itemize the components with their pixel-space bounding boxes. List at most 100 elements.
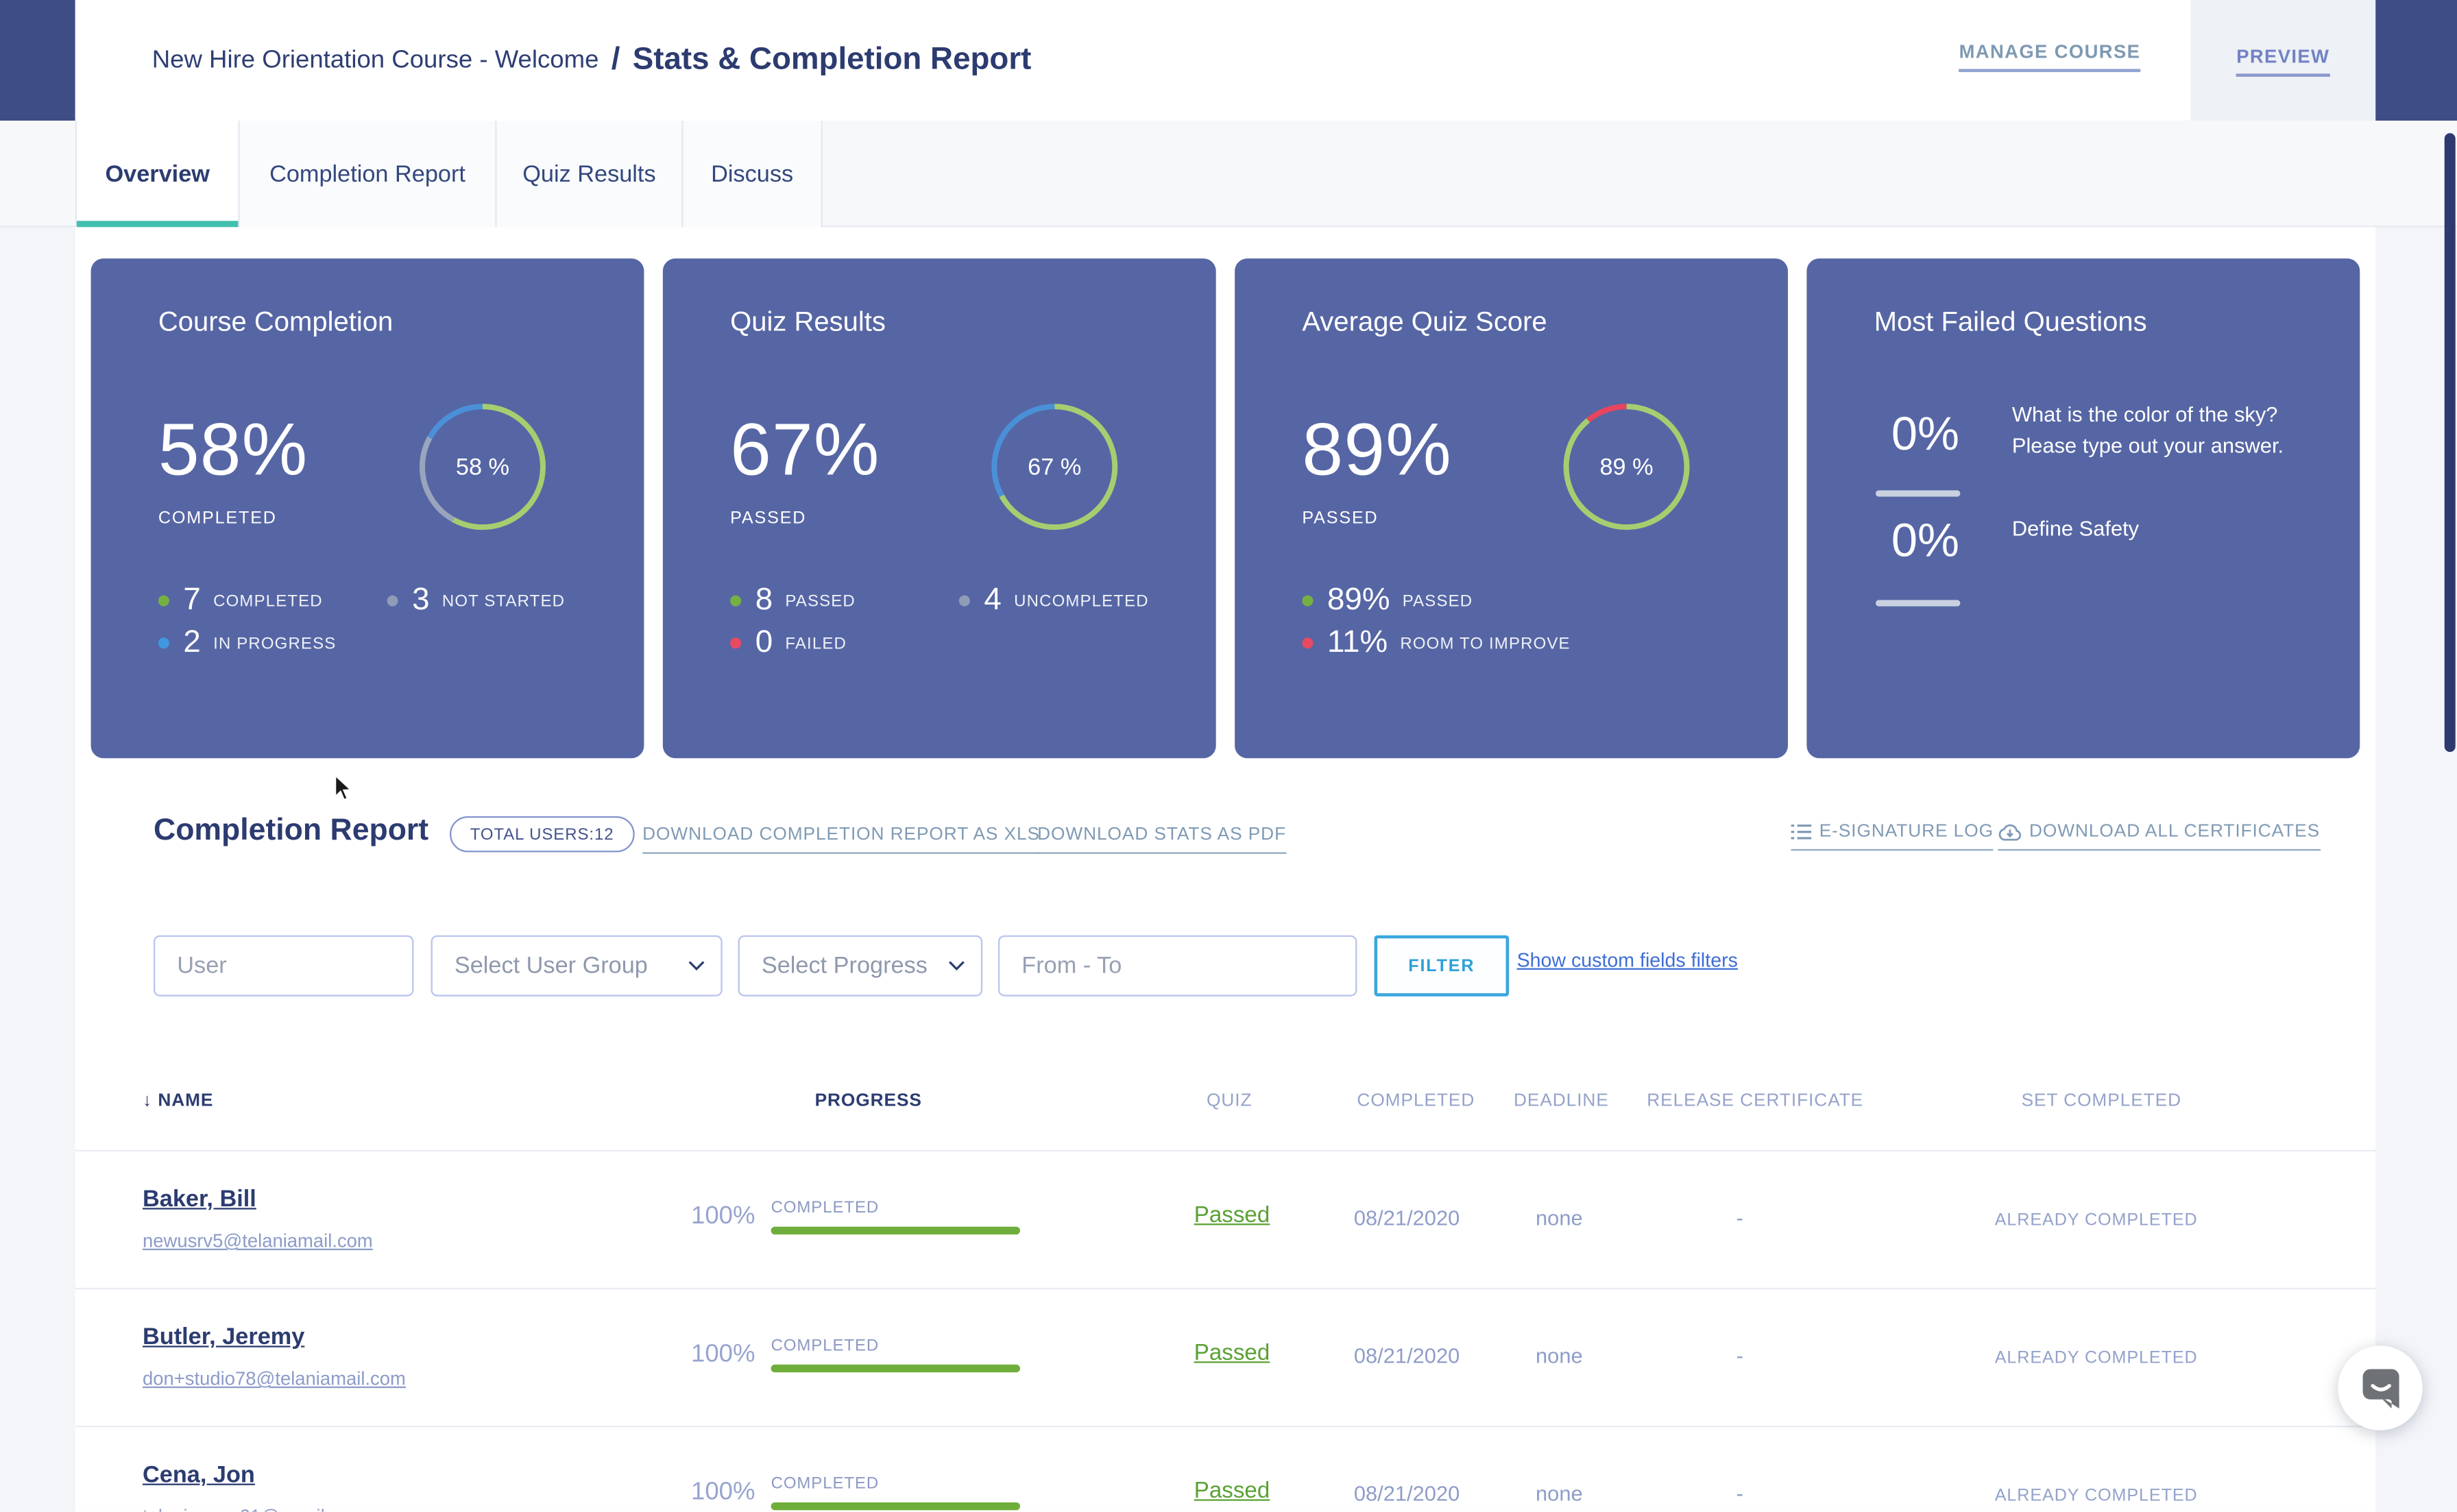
progress-percentage: 100% bbox=[691, 1479, 755, 1507]
scrollbar-thumb[interactable] bbox=[2445, 133, 2456, 752]
legend-label: IN PROGRESS bbox=[213, 634, 336, 653]
tab-completion-report[interactable]: Completion Report bbox=[240, 121, 497, 227]
sort-arrow-icon: ↓ bbox=[143, 1092, 152, 1110]
grey-dot-icon bbox=[387, 596, 398, 607]
user-group-select[interactable]: Select User Group bbox=[431, 936, 723, 997]
legend-item: 8 PASSED bbox=[730, 583, 856, 619]
progress-bar bbox=[771, 1227, 1020, 1234]
download-all-certificates-label: DOWNLOAD ALL CERTIFICATES bbox=[2029, 822, 2320, 841]
column-progress[interactable]: PROGRESS bbox=[815, 1092, 922, 1110]
total-users-badge: TOTAL USERS:12 bbox=[450, 816, 634, 853]
big-percentage: 89% bbox=[1302, 406, 1451, 492]
table-header: ↓ NAME PROGRESS QUIZ COMPLETED DEADLINE … bbox=[75, 1078, 2375, 1150]
green-dot-icon bbox=[158, 596, 169, 607]
completed-date: 08/21/2020 bbox=[1354, 1482, 1460, 1505]
green-dot-icon bbox=[730, 596, 741, 607]
progress-status-label: COMPLETED bbox=[771, 1199, 880, 1217]
filter-button[interactable]: FILTER bbox=[1375, 936, 1510, 997]
stat-cards-row: Course Completion 58% COMPLETED 58 % 7 C… bbox=[91, 258, 2360, 758]
red-dot-icon bbox=[1302, 637, 1313, 648]
column-completed[interactable]: COMPLETED bbox=[1357, 1092, 1475, 1110]
deadline-value: none bbox=[1536, 1206, 1583, 1230]
legend-item: 0 FAILED bbox=[730, 625, 847, 661]
legend-value: 89% bbox=[1327, 583, 1390, 619]
breadcrumb-course[interactable]: New Hire Orientation Course - Welcome bbox=[152, 46, 599, 74]
tab-bar: Overview Completion Report Quiz Results … bbox=[0, 121, 2457, 227]
user-email-link[interactable]: don+studio78@telaniamail.com bbox=[143, 1367, 406, 1389]
divider bbox=[1876, 600, 1960, 605]
completed-date: 08/21/2020 bbox=[1354, 1344, 1460, 1367]
download-all-certificates-link[interactable]: DOWNLOAD ALL CERTIFICATES bbox=[1998, 822, 2320, 851]
table-row: Baker, Bill newusrv5@telaniamail.com 100… bbox=[75, 1150, 2375, 1288]
user-email-link[interactable]: newusrv5@telaniamail.com bbox=[143, 1230, 373, 1252]
legend-item: 89% PASSED bbox=[1302, 583, 1473, 619]
legend-value: 3 bbox=[412, 583, 429, 619]
esignature-log-label: E-SIGNATURE LOG bbox=[1819, 822, 1994, 841]
tab-discuss[interactable]: Discuss bbox=[683, 121, 823, 227]
column-set-completed[interactable]: SET COMPLETED bbox=[2022, 1092, 2181, 1110]
donut-center-value: 58 % bbox=[407, 391, 557, 541]
column-deadline[interactable]: DEADLINE bbox=[1514, 1092, 1609, 1110]
legend-item: 7 COMPLETED bbox=[158, 583, 323, 619]
stats-completion-report-page: New Hire Orientation Course - Welcome / … bbox=[0, 0, 2457, 1512]
breadcrumb-separator: / bbox=[612, 42, 620, 79]
user-name-link[interactable]: Baker, Bill bbox=[143, 1186, 256, 1212]
release-certificate-value: - bbox=[1736, 1344, 1743, 1367]
user-filter-input[interactable] bbox=[154, 936, 413, 997]
column-release-certificate[interactable]: RELEASE CERTIFICATE bbox=[1647, 1092, 1863, 1110]
legend-label: COMPLETED bbox=[213, 592, 323, 610]
big-percentage-label: PASSED bbox=[1302, 509, 1378, 528]
table-row: Cena, Jon telania.user21@gmail.com 100% … bbox=[75, 1426, 2375, 1512]
cloud-download-icon bbox=[1998, 822, 2021, 841]
legend-value: 11% bbox=[1327, 625, 1388, 661]
download-xls-label: DOWNLOAD COMPLETION REPORT AS XLS bbox=[642, 826, 1040, 844]
big-percentage-label: PASSED bbox=[730, 509, 806, 528]
question-fail-percentage: 0% bbox=[1891, 515, 1959, 569]
deadline-value: none bbox=[1536, 1344, 1583, 1367]
quiz-result-link[interactable]: Passed bbox=[1194, 1203, 1270, 1228]
legend-label: FAILED bbox=[785, 634, 847, 653]
legend-label: ROOM TO IMPROVE bbox=[1400, 634, 1570, 653]
set-completed-value: ALREADY COMPLETED bbox=[1995, 1487, 2198, 1505]
legend-item: 11% ROOM TO IMPROVE bbox=[1302, 625, 1570, 661]
deadline-value: none bbox=[1536, 1482, 1583, 1505]
table-row: Butler, Jeremy don+studio78@telaniamail.… bbox=[75, 1288, 2375, 1426]
quiz-result-link[interactable]: Passed bbox=[1194, 1479, 1270, 1504]
user-name-link[interactable]: Butler, Jeremy bbox=[143, 1324, 304, 1350]
download-pdf-link[interactable]: DOWNLOAD STATS AS PDF bbox=[1037, 826, 1286, 854]
chat-widget-button[interactable] bbox=[2338, 1345, 2422, 1430]
big-percentage: 58% bbox=[158, 406, 308, 492]
user-email-link[interactable]: telania.user21@gmail.com bbox=[143, 1506, 365, 1512]
download-xls-link[interactable]: DOWNLOAD COMPLETION REPORT AS XLS bbox=[642, 826, 1040, 854]
blue-dot-icon bbox=[158, 637, 169, 648]
legend-label: PASSED bbox=[1403, 592, 1473, 610]
progress-select-value: Select Progress bbox=[762, 953, 948, 979]
show-custom-fields-filters-link[interactable]: Show custom fields filters bbox=[1517, 949, 1738, 971]
card-title: Course Completion bbox=[158, 306, 393, 339]
legend-item: 4 UNCOMPLETED bbox=[959, 583, 1149, 619]
set-completed-value: ALREADY COMPLETED bbox=[1995, 1211, 2198, 1230]
user-group-select-value: Select User Group bbox=[455, 953, 688, 979]
user-name-link[interactable]: Cena, Jon bbox=[143, 1462, 255, 1489]
manage-course-link[interactable]: MANAGE COURSE bbox=[1959, 40, 2141, 72]
chevron-down-icon bbox=[688, 960, 705, 971]
progress-status-label: COMPLETED bbox=[771, 1337, 880, 1355]
app-frame-right bbox=[2375, 0, 2457, 121]
legend-value: 0 bbox=[755, 625, 773, 661]
divider bbox=[1876, 490, 1960, 496]
progress-select[interactable]: Select Progress bbox=[738, 936, 983, 997]
preview-link[interactable]: PREVIEW bbox=[2236, 45, 2329, 76]
tab-quiz-results[interactable]: Quiz Results bbox=[497, 121, 683, 227]
esignature-log-link[interactable]: E-SIGNATURE LOG bbox=[1791, 822, 1994, 851]
progress-percentage: 100% bbox=[691, 1341, 755, 1369]
question-text: What is the color of the sky? Please typ… bbox=[2012, 400, 2310, 461]
column-quiz[interactable]: QUIZ bbox=[1207, 1092, 1252, 1110]
card-quiz-results: Quiz Results 67% PASSED 67 % 8 PASSED 4 … bbox=[663, 258, 1216, 758]
tab-overview[interactable]: Overview bbox=[75, 121, 240, 227]
column-name[interactable]: ↓ NAME bbox=[143, 1092, 213, 1110]
legend-value: 8 bbox=[755, 583, 773, 619]
chevron-down-icon bbox=[948, 960, 965, 971]
date-range-input[interactable] bbox=[998, 936, 1357, 997]
breadcrumb: New Hire Orientation Course - Welcome / … bbox=[152, 42, 1032, 79]
quiz-result-link[interactable]: Passed bbox=[1194, 1341, 1270, 1367]
